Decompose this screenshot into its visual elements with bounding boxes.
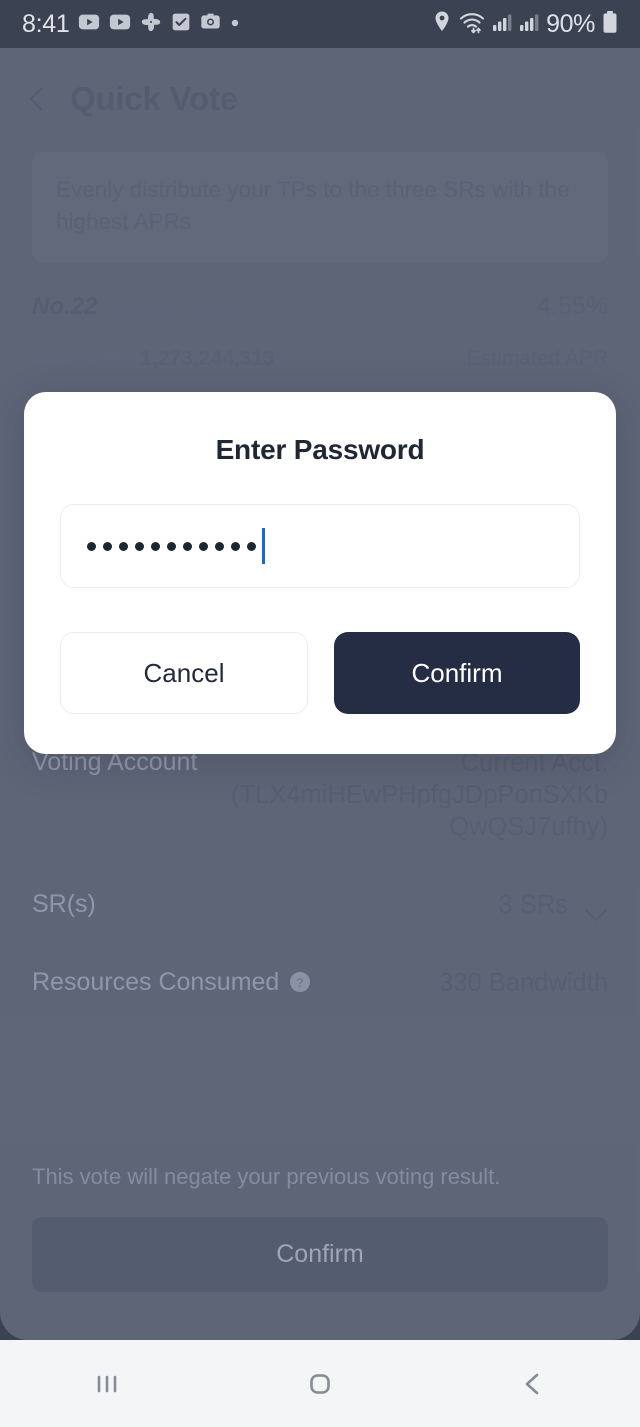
password-dot (231, 541, 240, 551)
password-dot (199, 541, 208, 551)
detail-value-voting-account: Current Acct. (TLX4miHEwPHpfgJDpPonSXKbQ… (231, 749, 608, 841)
wifi-icon (459, 10, 485, 39)
google-photos-icon (140, 11, 162, 38)
text-cursor (262, 528, 265, 564)
confirm-button[interactable]: Confirm (334, 632, 580, 714)
signal-bars-icon (519, 12, 539, 37)
page-title: Quick Vote (70, 80, 238, 117)
help-icon[interactable]: ? (289, 971, 311, 993)
detail-label-wrapper: Resources Consumed ? (32, 968, 311, 997)
detail-label: SR(s) (32, 889, 96, 918)
password-dot (135, 541, 144, 551)
detail-row-resources: Resources Consumed ? 330 Bandwidth (32, 968, 608, 1000)
location-pin-icon (432, 10, 452, 39)
sr-apr: 4.55% (537, 291, 608, 320)
battery-percent-label: 90% (546, 9, 595, 38)
android-nav-bar (0, 1340, 640, 1427)
sr-estimated-apr-label: Estimated APR (466, 346, 608, 370)
dialog-title: Enter Password (215, 434, 425, 465)
info-banner-text: Evenly distribute your TPs to the three … (56, 177, 570, 234)
sr-name: MCDEX001 (113, 291, 246, 320)
recents-icon[interactable] (47, 1340, 167, 1427)
password-dot (247, 541, 256, 551)
sr-row-primary: No.22 MCDEX001 4.55% (32, 292, 608, 321)
chevron-down-icon[interactable] (584, 899, 608, 921)
phone-screen: 8:41 90% Quick Vote Evenly distribute yo… (0, 0, 640, 1427)
password-masked-value (87, 541, 256, 551)
detail-value-resources: 330 Bandwidth (439, 968, 608, 997)
password-dot (87, 541, 96, 551)
password-input[interactable] (60, 504, 580, 588)
status-bar-left: 8:41 (22, 10, 240, 39)
signal-bars-icon (492, 12, 512, 37)
status-bar-right: 90% (432, 10, 618, 39)
back-button[interactable] (24, 86, 50, 112)
home-icon[interactable] (260, 1340, 380, 1427)
sr-list-item[interactable]: No.22 MCDEX001 4.55% Total votes 1,273,2… (32, 292, 608, 371)
youtube-icon (109, 11, 131, 38)
dialog-actions: Cancel Confirm (60, 632, 580, 714)
vote-warning-note: This vote will negate your previous voti… (32, 1164, 501, 1189)
sr-total-votes-value: 1,273,244,313 (140, 346, 275, 370)
sr-rank: No.22 (32, 292, 98, 320)
youtube-icon (78, 11, 100, 38)
tasks-checkbox-icon (171, 12, 191, 37)
detail-row-srs[interactable]: SR(s) 3 SRs (32, 890, 608, 922)
password-dot (103, 541, 112, 551)
more-dot-icon (230, 15, 240, 33)
detail-label: Resources Consumed (32, 967, 280, 996)
camera-icon (200, 11, 221, 37)
transaction-details: Voting Account Current Acct. (TLX4miHEwP… (0, 748, 640, 1045)
detail-value-srs: 3 SRs (498, 890, 568, 919)
back-icon[interactable] (473, 1340, 593, 1427)
status-bar: 8:41 90% (0, 0, 640, 48)
detail-row-voting-account: Voting Account Current Acct. (TLX4miHEwP… (32, 748, 608, 844)
page-confirm-button[interactable]: Confirm (32, 1217, 608, 1292)
cancel-button[interactable]: Cancel (60, 632, 308, 714)
password-dot (167, 541, 176, 551)
svg-text:?: ? (296, 975, 304, 990)
app-bar: Quick Vote (0, 48, 640, 130)
info-banner: Evenly distribute your TPs to the three … (32, 152, 608, 262)
enter-password-dialog: Enter Password Cancel Confirm (24, 392, 616, 754)
sr-row-secondary: Total votes 1,273,244,313 Estimated APR (32, 347, 608, 371)
password-dot (119, 541, 128, 551)
sr-total-votes-label: Total votes (32, 346, 133, 370)
detail-value-srs-wrapper[interactable]: 3 SRs (499, 890, 608, 922)
password-dot (151, 541, 160, 551)
status-bar-clock: 8:41 (22, 9, 70, 38)
battery-icon (602, 10, 618, 39)
password-dot (183, 541, 192, 551)
password-dot (215, 541, 224, 551)
